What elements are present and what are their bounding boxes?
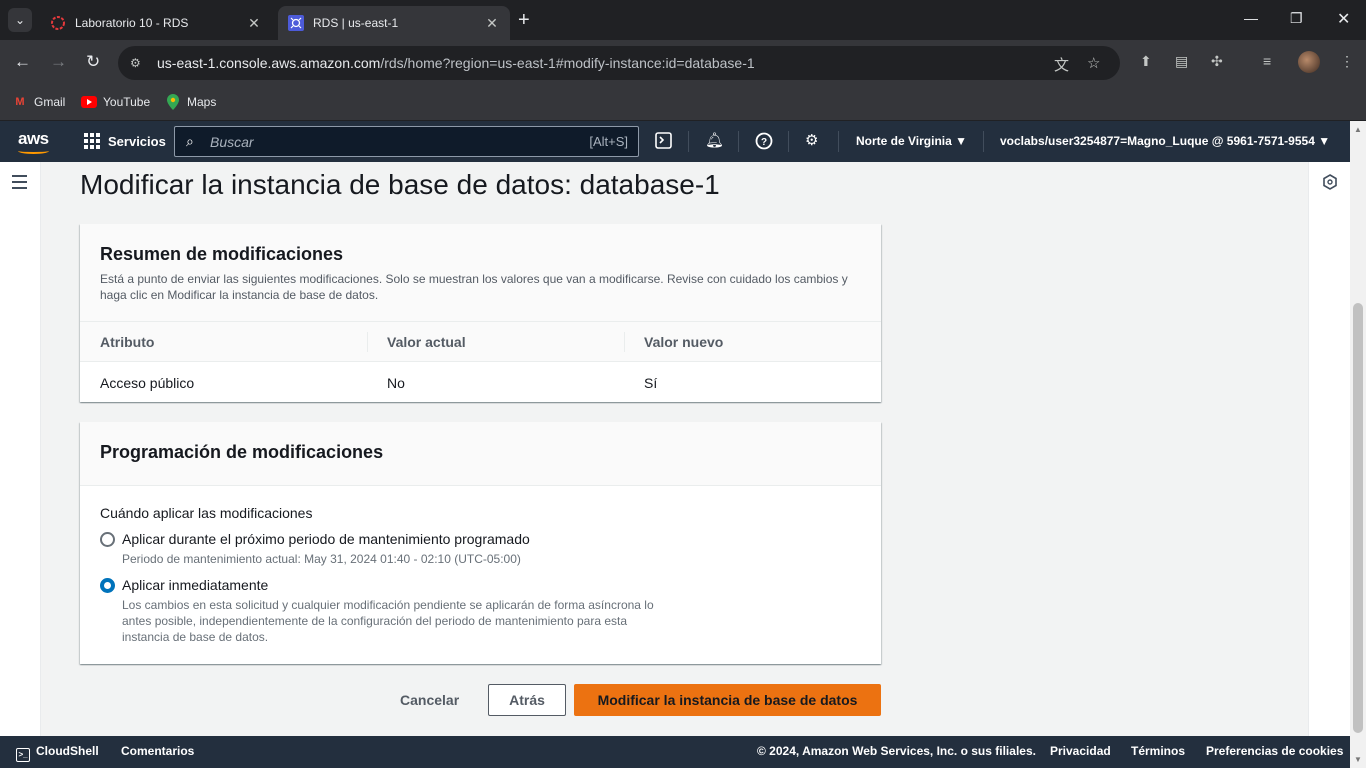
main-content: Modificar la instancia de base de datos:… [41, 162, 1308, 736]
close-window-icon[interactable]: ✕ [1337, 9, 1350, 29]
cell-new-value: Sí [644, 375, 658, 391]
page-title: Modificar la instancia de base de datos:… [80, 169, 720, 200]
services-menu-button[interactable]: Servicios [84, 133, 166, 149]
document-icon[interactable]: ▤ [1175, 53, 1188, 70]
scheduling-panel: Programación de modificaciones Cuándo ap… [80, 422, 881, 664]
minimize-icon[interactable]: — [1244, 10, 1258, 26]
terminal-icon: >_ [16, 748, 30, 762]
modify-instance-button[interactable]: Modificar la instancia de base de datos [574, 684, 881, 716]
privacy-link[interactable]: Privacidad [1050, 744, 1111, 758]
radio-label: Aplicar durante el próximo periodo de ma… [122, 531, 530, 547]
cloudshell-footer-button[interactable]: >_ CloudShell [16, 744, 99, 762]
site-info-icon[interactable]: ⚙ [130, 56, 141, 70]
radio-description: Los cambios en esta solicitud y cualquie… [122, 598, 654, 644]
scroll-up-icon[interactable]: ▲ [1354, 125, 1362, 134]
extensions-puzzle-icon[interactable]: ✣ [1211, 53, 1223, 70]
browser-tab-bar: ⌄ Laboratorio 10 - RDS ✕ RDS | us-east-1… [0, 0, 1366, 40]
right-tools-rail [1308, 162, 1350, 736]
tab-title: RDS | us-east-1 [313, 16, 399, 30]
radio-button-unchecked[interactable] [100, 532, 115, 547]
summary-title: Resumen de modificaciones [100, 244, 344, 264]
feedback-link[interactable]: Comentarios [121, 744, 194, 758]
close-tab-icon[interactable]: ✕ [484, 15, 500, 32]
page-scrollbar[interactable]: ▲ ▼ [1350, 121, 1366, 768]
search-icon: ⌕ [186, 133, 194, 149]
back-arrow-icon[interactable]: ← [14, 52, 31, 72]
close-tab-icon[interactable]: ✕ [246, 15, 262, 32]
column-header-current: Valor actual [387, 334, 466, 350]
column-header-new: Valor nuevo [644, 334, 724, 350]
scheduling-header: Programación de modificaciones [80, 422, 881, 486]
bookmark-youtube[interactable]: YouTube [81, 94, 150, 110]
scrollbar-thumb[interactable] [1353, 303, 1363, 733]
radio-option-immediately[interactable]: Aplicar inmediatamente Los cambios en es… [100, 577, 667, 645]
notifications-bell-icon[interactable]: 🔔︎ [705, 132, 724, 150]
maps-icon [165, 94, 181, 110]
copyright-text: © 2024, Amazon Web Services, Inc. o sus … [757, 744, 1036, 758]
restore-icon[interactable]: ❐ [1290, 10, 1303, 27]
gmail-icon: M [15, 96, 25, 108]
radio-option-maintenance[interactable]: Aplicar durante el próximo periodo de ma… [100, 531, 667, 567]
radio-label: Aplicar inmediatamente [122, 577, 269, 593]
hamburger-menu-icon[interactable] [12, 175, 27, 193]
new-tab-button[interactable]: + [518, 9, 530, 31]
console-footer: >_ CloudShell Comentarios © 2024, Amazon … [0, 736, 1350, 768]
menu-kebab-icon[interactable]: ⋮ [1340, 53, 1354, 70]
summary-header: Resumen de modificaciones Está a punto d… [80, 224, 881, 322]
cloudshell-icon[interactable] [655, 132, 672, 154]
youtube-icon [81, 94, 97, 110]
cancel-button[interactable]: Cancelar [400, 692, 459, 708]
address-bar[interactable]: ⚙ us-east-1.console.aws.amazon.com/rds/h… [118, 46, 1120, 80]
bookmark-star-icon[interactable]: ☆ [1087, 54, 1100, 72]
tab-title: Laboratorio 10 - RDS [75, 16, 189, 30]
cookie-preferences-link[interactable]: Preferencias de cookies [1206, 744, 1343, 758]
table-row: Acceso público No Sí [80, 363, 881, 402]
radio-button-checked[interactable] [100, 578, 115, 593]
url-text[interactable]: us-east-1.console.aws.amazon.com/rds/hom… [157, 55, 755, 71]
cell-current-value: No [387, 375, 405, 391]
rds-icon [288, 15, 304, 31]
svg-text:?: ? [761, 137, 767, 148]
scroll-down-icon[interactable]: ▼ [1354, 755, 1362, 764]
profile-avatar[interactable] [1298, 51, 1320, 73]
help-icon[interactable]: ? [755, 132, 773, 155]
aws-top-nav: aws Servicios ⌕ Buscar [Alt+S] 🔔︎ ? ⚙ No… [0, 121, 1350, 162]
radio-description: Periodo de mantenimiento actual: May 31,… [122, 552, 521, 566]
scheduling-title: Programación de modificaciones [100, 442, 384, 462]
grid-icon [84, 133, 100, 149]
apply-field-label: Cuándo aplicar las modificaciones [100, 505, 313, 521]
search-shortcut: [Alt+S] [589, 134, 628, 149]
browser-tab-laboratorio[interactable]: Laboratorio 10 - RDS ✕ [40, 6, 272, 40]
reload-icon[interactable]: ↻ [86, 52, 100, 72]
column-header-attribute: Atributo [100, 334, 155, 350]
bookmarks-bar: M Gmail YouTube Maps [0, 86, 1366, 121]
translate-icon[interactable]: 文 [1054, 54, 1069, 75]
aws-smile-icon [18, 148, 49, 154]
aws-logo[interactable]: aws [18, 129, 49, 149]
back-button[interactable]: Atrás [488, 684, 566, 716]
browser-tab-rds[interactable]: RDS | us-east-1 ✕ [278, 6, 510, 40]
cell-attribute: Acceso público [100, 375, 195, 391]
summary-description: Está a punto de enviar las siguientes mo… [100, 272, 848, 302]
canvas-icon [51, 16, 65, 30]
search-input[interactable]: ⌕ Buscar [Alt+S] [174, 126, 639, 157]
terms-link[interactable]: Términos [1131, 744, 1185, 758]
bookmark-gmail[interactable]: M Gmail [12, 94, 65, 110]
summary-panel: Resumen de modificaciones Está a punto d… [80, 224, 881, 402]
left-nav-rail [0, 162, 41, 736]
forward-arrow-icon[interactable]: → [50, 52, 67, 72]
search-placeholder: Buscar [210, 134, 254, 150]
browser-toolbar: ← → ↻ ⚙ us-east-1.console.aws.amazon.com… [0, 40, 1366, 86]
account-menu[interactable]: voclabs/user3254877=Magno_Luque @ 5961-7… [1000, 134, 1330, 148]
media-icon[interactable]: ≡ [1263, 53, 1271, 69]
settings-gear-icon[interactable]: ⚙ [805, 132, 818, 150]
table-header: Atributo Valor actual Valor nuevo [80, 322, 881, 362]
tab-search-icon[interactable]: ⌄ [8, 8, 32, 32]
bookmark-maps[interactable]: Maps [165, 94, 216, 110]
region-selector[interactable]: Norte de Virginia ▼ [856, 134, 967, 148]
form-actions: Cancelar Atrás Modificar la instancia de… [80, 684, 881, 716]
extension-icon[interactable]: ⬆ [1140, 53, 1152, 70]
info-panel-icon[interactable] [1322, 174, 1338, 195]
